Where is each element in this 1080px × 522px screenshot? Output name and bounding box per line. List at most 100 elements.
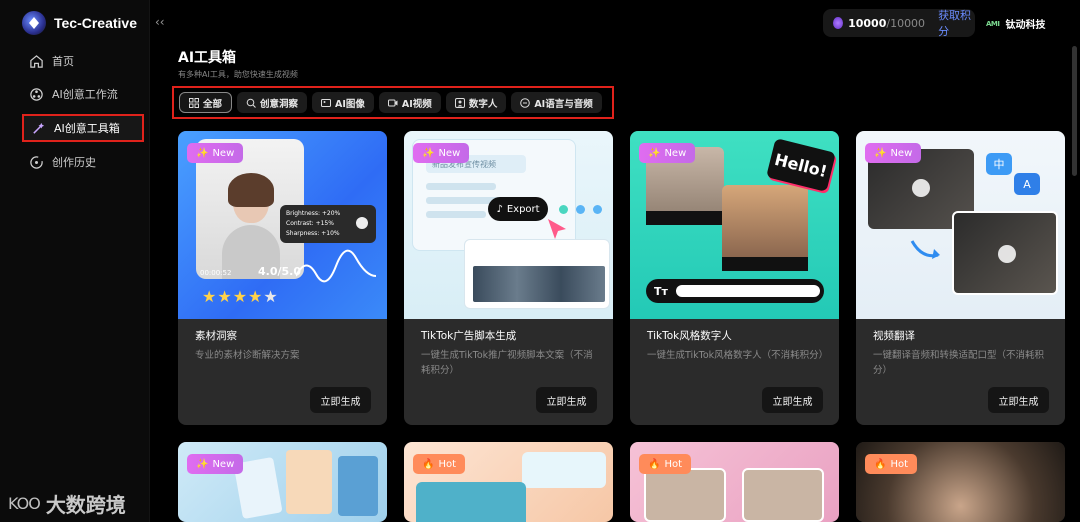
sparkle-icon: ✨ <box>648 147 661 159</box>
tool-card-tiktok-script[interactable]: 新品发布宣传视频 ♪ Export ✨ New TikTok广告脚本生成 一键生成T… <box>404 131 613 425</box>
tool-card[interactable]: 🔥 Hot <box>630 442 839 522</box>
chinese-bubble: 中 <box>986 153 1012 175</box>
watermark-text: 大数跨境 <box>45 493 126 517</box>
home-icon <box>30 54 43 68</box>
tab-label: 数字人 <box>468 98 498 110</box>
sidebar-item-history[interactable]: 创作历史 <box>22 149 144 175</box>
card-title: TikTok风格数字人 <box>647 330 732 342</box>
fire-icon: 🔥 <box>648 458 661 470</box>
hello-sticker: Hello! <box>766 138 836 192</box>
sharpness-label: Sharpness: +10% <box>286 230 340 237</box>
tab-audio[interactable]: AI语言与音频 <box>511 92 602 113</box>
badge-hot: 🔥 Hot <box>865 454 918 474</box>
category-tabs: 全部 创意洞察 AI图像 AI视频 数字人 AI语言与音频 <box>172 86 614 119</box>
sidebar: Tec-Creative 首页 AI创意工作流 AI创意工具箱 创作历史 <box>0 0 150 522</box>
tool-card[interactable]: ✨ New <box>178 442 387 522</box>
tab-label: 创意洞察 <box>260 98 299 110</box>
video-editor <box>464 239 610 309</box>
sparkle-icon: ✨ <box>874 147 887 159</box>
company-profile[interactable]: AMI 钛动科技 <box>986 16 1046 32</box>
adjustment-panel: Brightness: +20% Contrast: +15% Sharpnes… <box>280 205 376 243</box>
tab-label: AI语言与音频 <box>534 98 593 110</box>
cursor-icon <box>548 219 566 239</box>
sidebar-item-home[interactable]: 首页 <box>22 48 144 74</box>
tool-card-tiktok-avatar[interactable]: Hello! Tт ✨ New TikTok风格数字人 一键生成TikTok风格数… <box>630 131 839 425</box>
collapse-sidebar-icon[interactable]: ‹‹ <box>155 15 165 29</box>
page-title: AI工具箱 <box>178 50 237 66</box>
tab-label: AI图像 <box>335 98 365 110</box>
page-subtitle: 有多种AI工具，助您快速生成视频 <box>178 70 298 79</box>
tiktok-icon: ♪ <box>496 203 503 215</box>
sidebar-item-label: 创作历史 <box>52 156 96 169</box>
magic-wand-icon <box>33 122 45 134</box>
tab-label: 全部 <box>203 98 223 110</box>
badge-new: ✨ New <box>413 143 470 163</box>
card-desc: 一键生成TikTok风格数字人（不消耗积分） <box>647 350 829 361</box>
video-time: 00:00:52 <box>200 269 232 277</box>
fire-icon: 🔥 <box>422 458 435 470</box>
insight-icon <box>246 98 256 108</box>
tab-ai-image[interactable]: AI图像 <box>312 92 374 113</box>
translated-video <box>952 211 1058 295</box>
generate-button[interactable]: 立即生成 <box>536 387 597 413</box>
play-icon <box>912 179 930 197</box>
tool-card-video-translate[interactable]: 中 A ✨ New 视频翻译 一键翻译音频和转换适配口型（不消耗积分） 立即生成 <box>856 131 1065 425</box>
video-icon <box>387 99 398 106</box>
badge-hot: 🔥 Hot <box>639 454 692 474</box>
play-icon <box>998 245 1016 263</box>
sidebar-nav: 首页 AI创意工作流 AI创意工具箱 创作历史 <box>22 48 144 182</box>
english-bubble: A <box>1014 173 1040 195</box>
workflow-icon <box>30 87 43 101</box>
sparkle-icon: ✨ <box>196 147 209 159</box>
badge-new: ✨ New <box>187 143 244 163</box>
tool-card[interactable]: 🔥 Hot <box>856 442 1065 522</box>
badge-hot: 🔥 Hot <box>413 454 466 474</box>
card-title: 素材洞察 <box>195 330 237 342</box>
get-credits-link[interactable]: 获取积分 <box>938 7 975 39</box>
scrollbar[interactable] <box>1072 46 1077 176</box>
audio-icon <box>520 97 531 108</box>
logo-icon <box>22 11 46 35</box>
tab-insight[interactable]: 创意洞察 <box>237 92 308 113</box>
card-desc: 一键生成TikTok推广视频脚本文案（不消耗积分） <box>421 350 593 376</box>
card-title: 视频翻译 <box>873 330 915 342</box>
check-icon <box>356 217 368 229</box>
sidebar-item-label: AI创意工具箱 <box>54 122 120 135</box>
avatar-video-2 <box>722 185 808 271</box>
tab-digital-human[interactable]: 数字人 <box>445 92 507 113</box>
badge-new: ✨ New <box>865 143 922 163</box>
credits-current: 10000 <box>848 16 887 30</box>
score-label: 4.0/5.0 <box>258 265 301 278</box>
app-title: Tec-Creative <box>54 15 138 31</box>
fire-icon: 🔥 <box>874 458 887 470</box>
coin-icon <box>833 17 844 29</box>
card-title: TikTok广告脚本生成 <box>421 330 517 342</box>
tab-all[interactable]: 全部 <box>179 92 233 113</box>
rating-stars: ★★★★★ <box>202 287 279 306</box>
sidebar-item-label: AI创意工作流 <box>52 88 118 101</box>
credits-total: /10000 <box>886 16 926 30</box>
sparkle-icon: ✨ <box>422 147 435 159</box>
history-icon <box>30 155 43 169</box>
generate-button[interactable]: 立即生成 <box>762 387 823 413</box>
waveform-icon <box>296 249 377 283</box>
tool-card-material-insight[interactable]: 00:00:52 4.0/5.0 Brightness: +20% Contra… <box>178 131 387 425</box>
tab-ai-video[interactable]: AI视频 <box>378 92 441 113</box>
arrow-icon <box>910 240 940 259</box>
person-icon <box>454 97 465 108</box>
badge-new: ✨ New <box>187 454 244 474</box>
generate-button[interactable]: 立即生成 <box>988 387 1049 413</box>
app-logo[interactable]: Tec-Creative <box>22 11 137 35</box>
text-input-bar: Tт <box>646 279 824 303</box>
card-desc: 专业的素材诊断解决方案 <box>195 350 300 361</box>
tab-label: AI视频 <box>401 98 432 110</box>
sidebar-item-toolbox[interactable]: AI创意工具箱 <box>22 114 144 142</box>
sidebar-item-label: 首页 <box>52 55 74 68</box>
tool-card[interactable]: 🔥 Hot <box>404 442 613 522</box>
watermark: KOO 大数跨境 <box>8 489 126 518</box>
sidebar-item-workflow[interactable]: AI创意工作流 <box>22 81 144 107</box>
generate-button[interactable]: 立即生成 <box>310 387 371 413</box>
card-desc: 一键翻译音频和转换适配口型（不消耗积分） <box>873 350 1045 376</box>
company-logo: AMI <box>986 19 1000 28</box>
badge-new: ✨ New <box>639 143 696 163</box>
